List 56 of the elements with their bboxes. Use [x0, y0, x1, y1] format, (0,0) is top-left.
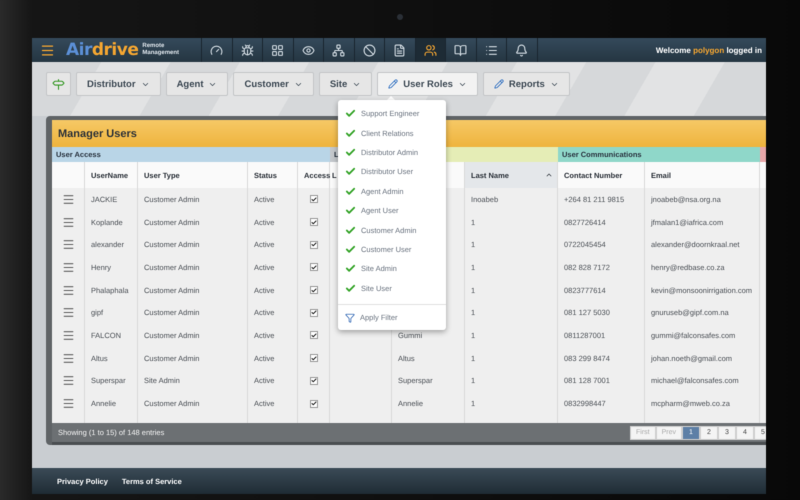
- ban-icon[interactable]: [362, 44, 376, 56]
- sort-icon: [545, 171, 553, 179]
- eye-icon[interactable]: [302, 44, 315, 56]
- pencil-icon: [388, 79, 398, 89]
- drag-handle-icon[interactable]: [62, 328, 74, 342]
- check-icon: [345, 128, 356, 139]
- bug-icon[interactable]: [240, 44, 254, 56]
- drag-handle-icon[interactable]: [62, 192, 74, 206]
- dropdown-button[interactable]: Distributor: [76, 72, 161, 96]
- check-icon: [345, 205, 356, 216]
- list-icon[interactable]: [484, 44, 498, 56]
- dropdown-button[interactable]: Agent: [166, 72, 228, 96]
- checkbox[interactable]: [310, 354, 318, 362]
- menu-icon[interactable]: [40, 42, 54, 58]
- checkbox[interactable]: [310, 331, 318, 340]
- document-icon[interactable]: [393, 44, 406, 56]
- users-icon[interactable]: [424, 44, 437, 56]
- network-icon[interactable]: [332, 44, 346, 56]
- drag-handle-icon[interactable]: [62, 216, 74, 229]
- checkbox[interactable]: [310, 308, 318, 317]
- filter-icon: [345, 312, 355, 323]
- filter-button[interactable]: [46, 72, 71, 96]
- dropdown-button[interactable]: Reports: [482, 72, 570, 96]
- dropdown-button[interactable]: Site: [318, 72, 372, 96]
- checkbox[interactable]: [310, 263, 318, 272]
- checkbox[interactable]: [310, 400, 318, 408]
- signpost-icon: [52, 78, 65, 90]
- checkbox[interactable]: [310, 376, 318, 385]
- checkbox[interactable]: [310, 286, 318, 294]
- drag-handle-icon[interactable]: [62, 352, 74, 365]
- pencil-icon: [494, 79, 504, 89]
- gauge-icon[interactable]: [210, 44, 224, 56]
- bell-icon[interactable]: [515, 44, 528, 56]
- drag-handle-icon[interactable]: [62, 284, 74, 297]
- check-icon: [345, 282, 356, 294]
- checkbox[interactable]: [310, 240, 318, 249]
- checkbox[interactable]: [310, 195, 318, 204]
- check-icon: [345, 166, 356, 178]
- checkbox[interactable]: [310, 218, 318, 226]
- drag-handle-icon[interactable]: [62, 238, 74, 252]
- drag-handle-icon[interactable]: [62, 260, 74, 274]
- drag-handle-icon[interactable]: [62, 374, 74, 388]
- check-icon: [345, 224, 356, 236]
- check-icon: [345, 244, 356, 255]
- camera-icon: [397, 14, 403, 20]
- logo: Airdrive: [66, 40, 138, 60]
- check-icon: [345, 146, 356, 158]
- check-icon: [345, 263, 356, 274]
- welcome-text: Welcome polygon logged in: [656, 46, 762, 54]
- check-icon: [345, 108, 356, 120]
- dropdown-button[interactable]: Customer: [233, 72, 314, 96]
- check-icon: [345, 186, 356, 197]
- book-icon[interactable]: [454, 44, 468, 56]
- drag-handle-icon[interactable]: [62, 306, 74, 320]
- drag-handle-icon[interactable]: [62, 397, 74, 410]
- grid-icon[interactable]: [271, 44, 284, 56]
